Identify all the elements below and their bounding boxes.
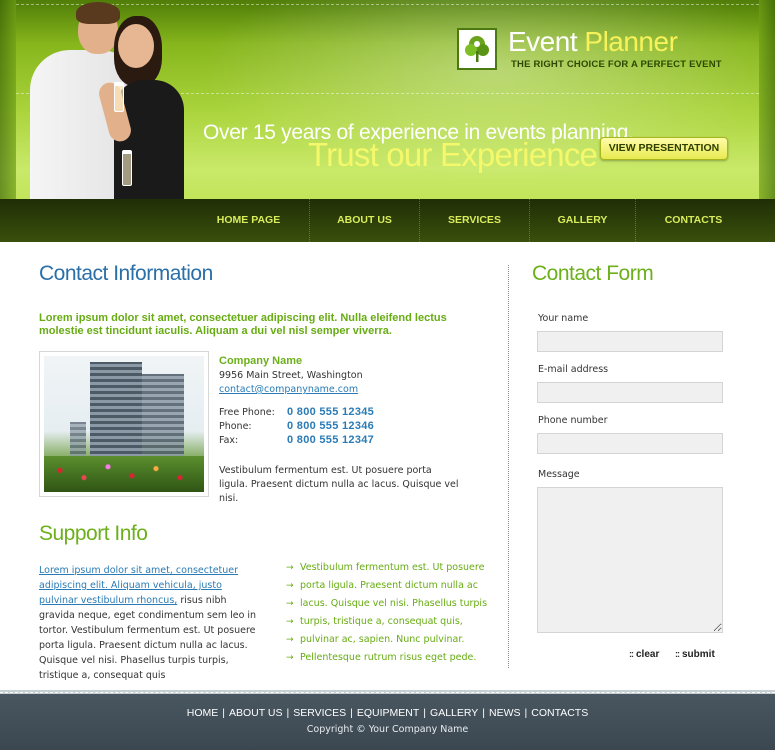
name-label: Your name	[538, 313, 589, 324]
logo-tagline: THE RIGHT CHOICE FOR A PERFECT EVENT	[511, 59, 722, 70]
footer-link-home[interactable]: HOME	[187, 707, 219, 719]
company-description: Vestibulum fermentum est. Ut posuere por…	[219, 465, 459, 504]
nav-item-about[interactable]: ABOUT US	[310, 199, 420, 242]
footer-link-about[interactable]: ABOUT US	[229, 707, 282, 719]
company-email-link[interactable]: contact@companyname.com	[219, 384, 358, 395]
arrow-bullet-icon: →	[286, 581, 294, 591]
view-presentation-button[interactable]: VIEW PRESENTATION	[600, 137, 728, 160]
nav-item-services[interactable]: SERVICES	[420, 199, 530, 242]
champagne-glass-icon	[114, 82, 124, 112]
email-label: E-mail address	[538, 364, 609, 375]
flower-bed	[44, 456, 204, 492]
message-field[interactable]	[537, 487, 723, 633]
phone-label: Phone number	[538, 415, 608, 426]
dots-icon: ::	[675, 649, 680, 659]
office-building-photo	[39, 351, 209, 497]
phone-row-fax: Fax: 0 800 555 12347	[219, 434, 374, 446]
nav-item-gallery[interactable]: GALLERY	[530, 199, 636, 242]
contact-intro-text: Lorem ipsum dolor sit amet, consectetuer…	[39, 312, 447, 337]
list-item[interactable]: → turpis, tristique a, consequat quis,	[286, 616, 486, 634]
footer-link-contacts[interactable]: CONTACTS	[531, 707, 588, 719]
support-body: risus nibh gravida neque, eget condiment…	[39, 595, 257, 681]
phone-label: Fax:	[219, 435, 239, 446]
support-info-heading: Support Info	[39, 522, 148, 545]
column-divider	[508, 265, 509, 668]
list-item[interactable]: → lacus. Quisque vel nisi. Phasellus turp…	[286, 598, 487, 616]
support-text: Lorem ipsum dolor sit amet, consectetuer…	[39, 563, 261, 683]
tree-leaf-icon	[465, 36, 489, 62]
submit-button[interactable]: :: submit	[675, 649, 715, 660]
company-address: 9956 Main Street, Washington	[219, 370, 363, 381]
arrow-bullet-icon: →	[286, 563, 294, 573]
logo-word-event: Event	[508, 26, 578, 57]
footer-link-services[interactable]: SERVICES	[293, 707, 346, 719]
list-item[interactable]: → Pellentesque rutrum risus eget pede.	[286, 652, 486, 670]
clear-button[interactable]: :: clear	[629, 649, 659, 660]
footer-link-gallery[interactable]: GALLERY	[430, 707, 478, 719]
footer-link-news[interactable]: NEWS	[489, 707, 521, 719]
list-item[interactable]: → porta ligula. Praesent dictum nulla ac	[286, 580, 486, 598]
footer-link-equipment[interactable]: EQUIPMENT	[357, 707, 419, 719]
arrow-bullet-icon: →	[286, 599, 294, 609]
arrow-bullet-icon: →	[286, 617, 294, 627]
support-list: → Vestibulum fermentum est. Ut posuere → p…	[286, 562, 487, 670]
contact-form-heading: Contact Form	[532, 262, 654, 285]
logo-icon[interactable]	[457, 28, 497, 70]
nav-items: HOME PAGE ABOUT US SERVICES GALLERY CONT…	[188, 199, 751, 242]
phone-value: 0 800 555 12345	[287, 406, 375, 418]
dots-icon: ::	[629, 649, 634, 659]
phone-value: 0 800 555 12347	[287, 434, 375, 446]
phone-field[interactable]	[537, 433, 723, 454]
arrow-bullet-icon: →	[286, 635, 294, 645]
list-item[interactable]: → Vestibulum fermentum est. Ut posuere	[286, 562, 486, 580]
phone-row-free: Free Phone: 0 800 555 12345	[219, 406, 374, 418]
logo-word-planner: Planner	[584, 26, 678, 57]
phone-value: 0 800 555 12346	[287, 420, 375, 432]
company-name: Company Name	[219, 355, 303, 367]
phone-label: Free Phone:	[219, 407, 275, 418]
main-nav: HOME PAGE ABOUT US SERVICES GALLERY CONT…	[0, 199, 775, 242]
copyright-text: Copyright © Your Company Name	[306, 724, 469, 735]
nav-item-home[interactable]: HOME PAGE	[188, 199, 310, 242]
email-field[interactable]	[537, 382, 723, 403]
nav-item-contacts[interactable]: CONTACTS	[636, 199, 751, 242]
hero-headline: Trust our Experience	[308, 136, 598, 173]
list-item[interactable]: → pulvinar ac, sapien. Nunc pulvinar.	[286, 634, 486, 652]
footer: HOME | ABOUT US | SERVICES | EQUIPMENT | GALLERY…	[0, 690, 775, 750]
logo-title[interactable]: Event Planner	[508, 26, 678, 58]
contact-info-heading: Contact Information	[39, 262, 213, 285]
name-field[interactable]	[537, 331, 723, 352]
message-label: Message	[538, 469, 580, 480]
footer-links: HOME | ABOUT US | SERVICES | EQUIPMENT | GALLERY…	[186, 707, 589, 719]
phone-label: Phone:	[219, 421, 252, 432]
champagne-glass-icon	[122, 150, 132, 186]
phone-row-phone: Phone: 0 800 555 12346	[219, 420, 374, 432]
arrow-bullet-icon: →	[286, 653, 294, 663]
